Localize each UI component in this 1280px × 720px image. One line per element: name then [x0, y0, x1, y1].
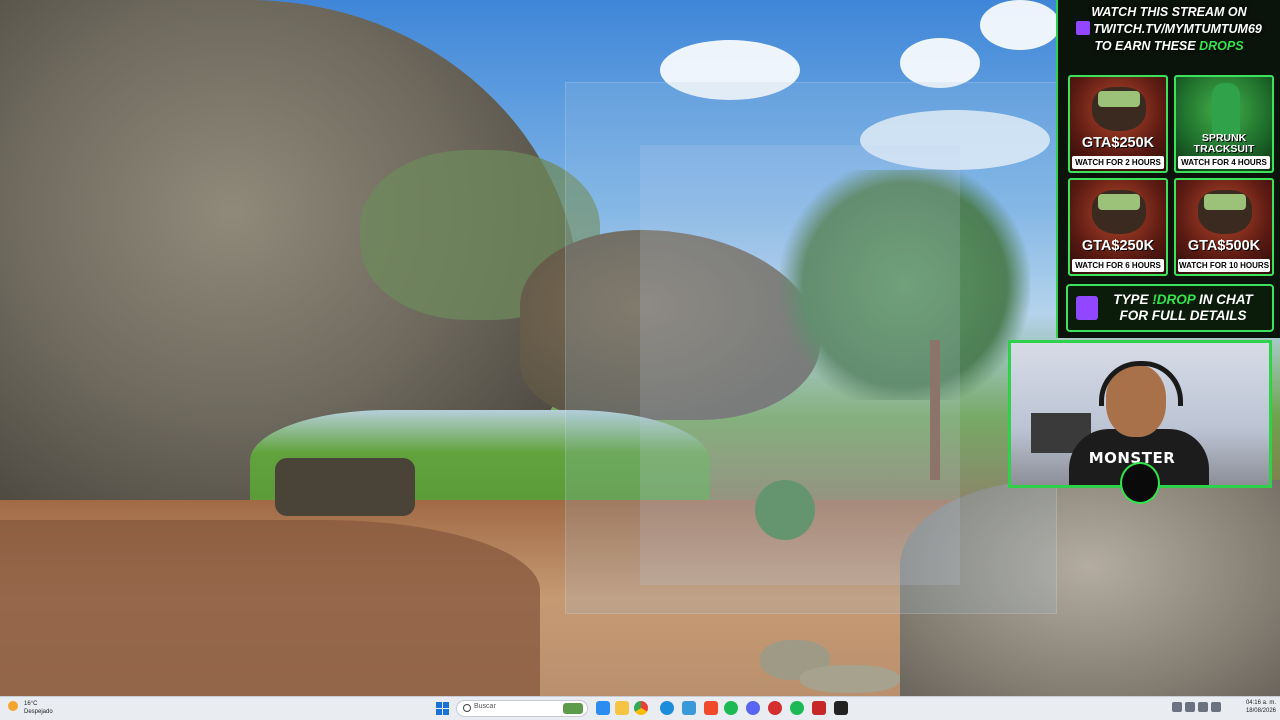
cloud	[900, 38, 980, 88]
drops-footer-suffix: IN CHAT	[1199, 292, 1253, 307]
cloud	[980, 0, 1060, 50]
taskbar-search-box[interactable]: Buscar	[456, 700, 588, 717]
drops-grid: GTA$250K WATCH FOR 2 HOURS SPRUNK TRACKS…	[1068, 75, 1274, 276]
drop-watch-time: WATCH FOR 10 HOURS	[1178, 259, 1270, 272]
search-highlight-thumbnail	[563, 703, 583, 714]
drops-header-url: TWITCH.TV/MYMTUMTUM69	[1093, 22, 1262, 36]
drop-watch-time: WATCH FOR 2 HOURS	[1072, 156, 1164, 169]
app-icon[interactable]	[682, 701, 696, 715]
rock-ledge	[0, 520, 540, 696]
drops-header-highlight: DROPS	[1199, 39, 1244, 53]
volume-icon[interactable]	[1198, 702, 1208, 712]
drop-tile: GTA$250K WATCH FOR 2 HOURS	[1068, 75, 1168, 173]
obs-icon[interactable]	[834, 701, 848, 715]
drop-reward: GTA$500K	[1187, 238, 1261, 254]
chevron-up-icon[interactable]	[1172, 702, 1182, 712]
tracksuit-character-icon	[1212, 83, 1240, 135]
search-placeholder: Buscar	[474, 703, 496, 710]
clock[interactable]: 04:16 a. m. 18/08/2026	[1236, 699, 1276, 715]
drop-tile: GTA$500K WATCH FOR 10 HOURS	[1174, 178, 1274, 276]
drop-reward: GTA$250K	[1081, 238, 1155, 254]
drops-footer-command: !DROP	[1152, 292, 1196, 307]
clock-date: 18/08/2026	[1245, 708, 1276, 714]
app-icon-flag[interactable]	[812, 701, 826, 715]
weather-desc: Despejado	[24, 709, 53, 715]
search-icon	[463, 704, 471, 712]
whatsapp-icon[interactable]	[724, 701, 738, 715]
drops-overlay: WATCH THIS STREAM ON TWITCH.TV/MYMTUMTUM…	[1056, 0, 1280, 338]
drop-tile: SPRUNK TRACKSUIT WATCH FOR 4 HOURS	[1174, 75, 1274, 173]
drop-tile: GTA$250K WATCH FOR 6 HOURS	[1068, 178, 1168, 276]
windows-start-icon[interactable]	[436, 702, 449, 715]
edge-icon[interactable]	[660, 701, 674, 715]
drop-watch-time: WATCH FOR 4 HOURS	[1178, 156, 1270, 169]
app-icon-red[interactable]	[768, 701, 782, 715]
taskbar: 16°C Despejado Buscar 04:16 a. m. 18/08/…	[0, 696, 1280, 720]
battery-icon[interactable]	[1211, 702, 1221, 712]
headset-icon	[1099, 361, 1183, 406]
drop-watch-time: WATCH FOR 6 HOURS	[1072, 259, 1164, 272]
drops-header-line1: WATCH THIS STREAM ON	[1091, 5, 1247, 19]
transparent-window-content	[640, 145, 960, 585]
clock-time: 04:16 a. m.	[1245, 700, 1276, 706]
system-tray	[1172, 702, 1224, 712]
drop-reward: GTA$250K	[1081, 135, 1155, 151]
stone	[800, 665, 900, 693]
cash-icon	[1098, 194, 1140, 210]
twitch-icon	[1076, 21, 1091, 35]
streamer-logo-icon	[1120, 462, 1160, 504]
drops-header: WATCH THIS STREAM ON TWITCH.TV/MYMTUMTUM…	[1058, 0, 1280, 55]
cash-icon	[1098, 91, 1140, 107]
drops-footer-line2: FOR FULL DETAILS	[1119, 308, 1247, 323]
sun-icon	[8, 701, 18, 711]
cash-icon	[1204, 194, 1246, 210]
task-view-icon[interactable]	[596, 701, 610, 715]
drops-header-line3: TO EARN THESE	[1094, 39, 1196, 53]
drops-footer: TYPE !DROP IN CHAT FOR FULL DETAILS	[1066, 284, 1274, 332]
boulder	[275, 458, 415, 516]
drop-reward: SPRUNK TRACKSUIT	[1193, 132, 1255, 155]
spotify-icon[interactable]	[790, 701, 804, 715]
drops-footer-prefix: TYPE	[1113, 292, 1149, 307]
brave-icon[interactable]	[704, 701, 718, 715]
twitch-icon	[1076, 296, 1098, 320]
weather-temp: 16°C	[24, 701, 38, 707]
chrome-icon[interactable]	[634, 701, 648, 715]
discord-icon[interactable]	[746, 701, 760, 715]
wifi-icon[interactable]	[1185, 702, 1195, 712]
file-explorer-icon[interactable]	[615, 701, 629, 715]
